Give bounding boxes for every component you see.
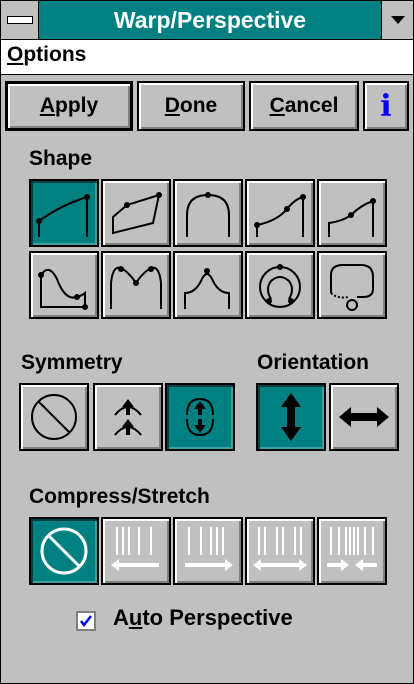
- compress-center-icon: [327, 527, 377, 571]
- compress-stretch-label: Compress/Stretch: [29, 485, 210, 508]
- symmetry-point-tile[interactable]: [165, 383, 235, 451]
- shape-tile-rising[interactable]: [245, 179, 315, 247]
- shape-tile-perspective[interactable]: [101, 179, 171, 247]
- no-compress-icon: [40, 527, 88, 575]
- stretch-left-icon: [111, 527, 159, 571]
- shape-tile-bubble[interactable]: [317, 251, 387, 319]
- shape-tile-circle[interactable]: [245, 251, 315, 319]
- title-bar[interactable]: Warp/Perspective: [1, 1, 413, 40]
- no-symmetry-icon: [31, 394, 77, 440]
- shape-tile-step[interactable]: [317, 179, 387, 247]
- collapse-button[interactable]: [381, 1, 413, 39]
- warp-perspective-window: Warp/Perspective Options Apply Done Canc…: [0, 0, 414, 684]
- info-button[interactable]: i: [363, 81, 409, 131]
- symmetry-label: Symmetry: [21, 351, 123, 374]
- stretch-both-tile[interactable]: [245, 517, 315, 585]
- done-button[interactable]: Done: [137, 81, 245, 131]
- info-icon: i: [380, 88, 392, 124]
- shape-tile-wave[interactable]: [29, 251, 99, 319]
- menu-options[interactable]: Options: [7, 43, 86, 67]
- stretch-left-tile[interactable]: [101, 517, 171, 585]
- apply-button[interactable]: Apply: [5, 81, 133, 131]
- stretch-right-icon: [185, 527, 233, 571]
- window-title: Warp/Perspective: [113, 7, 307, 33]
- menu-bar: Options: [1, 40, 413, 75]
- shape-label: Shape: [29, 147, 93, 170]
- symmetry-none-tile[interactable]: [19, 383, 89, 451]
- stretch-right-tile[interactable]: [173, 517, 243, 585]
- shape-step-curve-icon: [328, 198, 376, 237]
- horizontal-arrows-icon: [339, 407, 389, 427]
- shape-wave-icon: [38, 268, 88, 310]
- cancel-button[interactable]: Cancel: [249, 81, 359, 131]
- shape-tile-bell[interactable]: [173, 251, 243, 319]
- orientation-horizontal-tile[interactable]: [329, 383, 399, 451]
- shape-tile-double-hump[interactable]: [101, 251, 171, 319]
- vertical-arrows-icon: [281, 393, 301, 441]
- compress-none-tile[interactable]: [29, 517, 99, 585]
- system-menu-icon: [7, 16, 33, 24]
- shape-perspective-box-icon: [112, 192, 162, 235]
- point-symmetry-icon: [186, 397, 214, 437]
- shape-slant-curve-icon: [36, 194, 90, 237]
- shape-tile-arch[interactable]: [173, 179, 243, 247]
- shape-circle-icon: [259, 264, 301, 308]
- compress-center-tile[interactable]: [317, 517, 387, 585]
- shape-arch-icon: [186, 192, 230, 237]
- stretch-both-icon: [253, 527, 307, 571]
- shape-bubble-icon: [330, 264, 374, 311]
- auto-perspective-checkbox[interactable]: [76, 611, 96, 631]
- symmetry-mirror-tile[interactable]: [93, 383, 163, 451]
- orientation-label: Orientation: [257, 351, 370, 374]
- shape-tile-slant[interactable]: [29, 179, 99, 247]
- auto-perspective-label[interactable]: Auto Perspective: [113, 605, 293, 631]
- shape-bell-icon: [184, 268, 230, 309]
- system-menu-button[interactable]: [1, 1, 39, 39]
- orientation-vertical-tile[interactable]: [256, 383, 326, 451]
- shape-double-hump-icon: [110, 266, 162, 309]
- checkmark-icon: [80, 615, 92, 628]
- mirror-symmetry-icon: [114, 399, 142, 436]
- shape-rising-curve-icon: [254, 194, 306, 237]
- chevron-down-icon: [391, 16, 405, 24]
